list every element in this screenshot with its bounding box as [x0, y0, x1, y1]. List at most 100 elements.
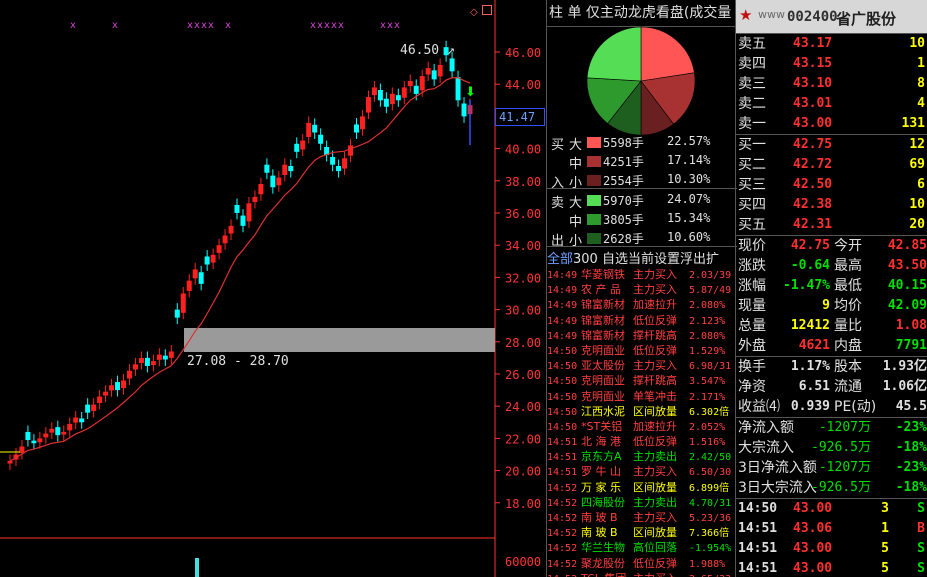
moving-average-line — [9, 77, 471, 462]
stat-label: 内盘 — [834, 338, 862, 354]
flow-pie-chart — [586, 26, 696, 136]
fund-flow-row: 3日净流入额 -1207万 -23% — [736, 458, 927, 478]
alert-value: 5.87/49 — [689, 285, 732, 297]
tick-side: S — [917, 501, 925, 516]
flow-color-swatch — [587, 156, 601, 167]
order-level[interactable]: 买三 42.50 6 — [736, 175, 927, 195]
alert-row[interactable]: 14:52 南 玻 B 主力买入 5.23/36 — [547, 510, 737, 525]
alert-row[interactable]: 14:49 华菱钢铁 主力买入 2.03/39 — [547, 267, 737, 282]
alert-row[interactable]: 14:52 南 玻 B 区间放量 7.366倍 — [547, 525, 737, 540]
alert-time: 14:50 — [547, 376, 578, 388]
alert-row[interactable]: 14:52TCL 集团主力买入2.65/33 — [547, 571, 737, 577]
alert-row[interactable]: 14:50 江西水泥 区间放量 6.302倍 — [547, 404, 737, 419]
candle-body — [138, 357, 144, 364]
tick-side: B — [917, 521, 925, 536]
tick-time: 14:51 — [738, 521, 778, 536]
alert-row[interactable]: 14:51 京东方A 主力卖出 2.42/50 — [547, 449, 737, 464]
stat-label: 外盘 — [738, 338, 766, 354]
alert-value: 2.080% — [689, 330, 726, 342]
feed-tabs[interactable]: 全部300 自选当前设置浮出扩 — [547, 248, 737, 265]
y-tick-label: 30.00 — [505, 304, 541, 318]
stat-label: PE(动) — [834, 399, 877, 415]
stat-label: 涨幅 — [738, 278, 766, 294]
tick-row[interactable]: 14:51 43.06 1 B — [736, 519, 927, 539]
flow-volume: 2628手 — [603, 232, 644, 246]
alert-row[interactable]: 14:49 锦富新材 低位反弹 2.123% — [547, 313, 737, 328]
y-tick-label: 20.00 — [505, 465, 541, 479]
alert-row[interactable]: 14:52 聚龙股份 低位反弹 1.988% — [547, 556, 737, 571]
candle-body — [240, 215, 246, 226]
order-level[interactable]: 卖三 43.10 8 — [736, 74, 927, 94]
order-level[interactable]: 买五 42.31 20 — [736, 215, 927, 235]
order-level[interactable]: 卖四 43.15 1 — [736, 54, 927, 74]
tab-all[interactable]: 全部 — [547, 252, 573, 265]
alert-row[interactable]: 14:49 锦富新材 撑杆跳高 2.080% — [547, 328, 737, 343]
order-level[interactable]: 买四 42.38 10 — [736, 195, 927, 215]
signal-marker-icon: x — [338, 20, 344, 31]
alert-value: 2.052% — [689, 421, 726, 433]
stat-row: 现价 42.75 今开 42.85 — [736, 236, 927, 256]
tick-list[interactable]: 14:50 43.00 3 S 14:51 43.06 1 B 14:51 43.00 5 S 14:5… — [736, 499, 927, 577]
alert-row[interactable]: 14:51 北 海 港低位反弹 1.516% — [547, 434, 737, 449]
candle-body — [210, 254, 216, 263]
alert-row[interactable]: 14:52 华兰生物 高位回落 -1.954% — [547, 540, 737, 555]
quote-panel: ★ www 002400 省广股份 卖五 43.17 10 卖四 43.15 1 卖三 43.… — [736, 0, 927, 577]
alert-value: 2.42/50 — [689, 452, 732, 464]
order-level[interactable]: 卖五 43.17 10 — [736, 34, 927, 54]
alert-stock-name: 京东方A — [581, 450, 622, 464]
flow-row: 中 4251手 17.14% — [547, 153, 737, 172]
gap-band-label: 27.08 - 28.70 — [187, 354, 289, 369]
alert-row[interactable]: 14:50 *ST关铝 加速拉升 2.052% — [547, 419, 737, 434]
tick-row[interactable]: 14:51 43.00 5 S — [736, 539, 927, 559]
alert-stock-name: 农 产 品 — [581, 283, 621, 297]
alert-action: 区间放量 — [633, 526, 677, 540]
diamond-icon[interactable]: ◇ — [470, 7, 478, 18]
alert-row[interactable]: 14:51 罗 牛 山主力买入 6.50/30 — [547, 464, 737, 479]
maximize-icon[interactable] — [482, 5, 492, 15]
candle-body — [37, 438, 43, 443]
tick-row[interactable]: 14:50 43.00 3 S — [736, 499, 927, 519]
alert-row[interactable]: 14:52 万 家 乐区间放量 6.899倍 — [547, 480, 737, 495]
stat-row: 换手 1.17% 股本 1.93亿 — [736, 357, 927, 377]
divider — [547, 188, 737, 189]
alert-value: 1.988% — [689, 558, 726, 570]
candle-body — [126, 370, 132, 379]
fund-flow-value: -1207万 — [818, 460, 871, 475]
alert-action: 主力买入 — [633, 283, 677, 297]
candle-body — [318, 134, 324, 144]
alert-row[interactable]: 14:50 克明面业 撑杆跳高 3.547% — [547, 373, 737, 388]
alert-stock-name: 南 玻 B — [581, 526, 618, 540]
alert-row[interactable]: 14:50 克明面业 低位反弹 1.529% — [547, 343, 737, 358]
order-level[interactable]: 卖二 43.01 4 — [736, 94, 927, 114]
order-level[interactable]: 卖一 43.00 131 — [736, 114, 927, 134]
kline-chart-panel[interactable]: 46.0044.0042.0040.0038.0036.0034.0032.00… — [0, 0, 546, 577]
tick-row[interactable]: 14:51 43.00 5 S — [736, 559, 927, 577]
alert-feed[interactable]: 14:49 华菱钢铁 主力买入 2.03/39 14:49 农 产 品主力买入 5.87/4… — [547, 267, 737, 577]
flow-panel-header[interactable]: 柱 单 仅主动龙虎看盘(成交量 — [547, 0, 735, 27]
alert-action: 加速拉升 — [633, 419, 677, 433]
signal-marker-icon: x — [394, 20, 400, 31]
order-level[interactable]: 买二 42.72 69 — [736, 155, 927, 175]
candle-body — [186, 280, 192, 291]
alert-value: 6.98/31 — [689, 361, 732, 373]
stat-value: 43.50 — [887, 258, 927, 273]
alert-row[interactable]: 14:49 农 产 品主力买入 5.87/49 — [547, 282, 737, 297]
divider — [547, 246, 737, 247]
candle-body — [49, 428, 55, 433]
tab-rest[interactable]: 300 自选当前设置浮出扩 — [573, 252, 719, 265]
alert-row[interactable]: 14:52 四海股份 主力卖出 4.70/31 — [547, 495, 737, 510]
alert-row[interactable]: 14:50 亚太股份 主力买入 6.98/31 — [547, 358, 737, 373]
alert-time: 14:50 — [547, 345, 578, 357]
kline-chart[interactable]: 46.0044.0042.0040.0038.0036.0034.0032.00… — [0, 0, 546, 577]
alert-row[interactable]: 14:50 克明面业 单笔冲击 2.171% — [547, 389, 737, 404]
alert-row[interactable]: 14:49 锦富新材 加速拉升 2.080% — [547, 297, 737, 312]
fund-flow-stats: 净流入额 -1207万 -23% 大宗流入 -926.5万 -18% 3日净流入额 -1207… — [736, 418, 927, 498]
order-level[interactable]: 买一 42.75 12 — [736, 135, 927, 155]
y-tick-label: 44.00 — [505, 78, 541, 92]
flow-size-label: 中 — [569, 157, 583, 172]
flow-color-swatch — [587, 175, 601, 186]
candle-body — [234, 204, 240, 213]
flow-row: 出小 2628手 10.60% — [547, 230, 737, 249]
stat-value: 7791 — [895, 338, 927, 353]
level-price: 43.17 — [793, 36, 833, 51]
